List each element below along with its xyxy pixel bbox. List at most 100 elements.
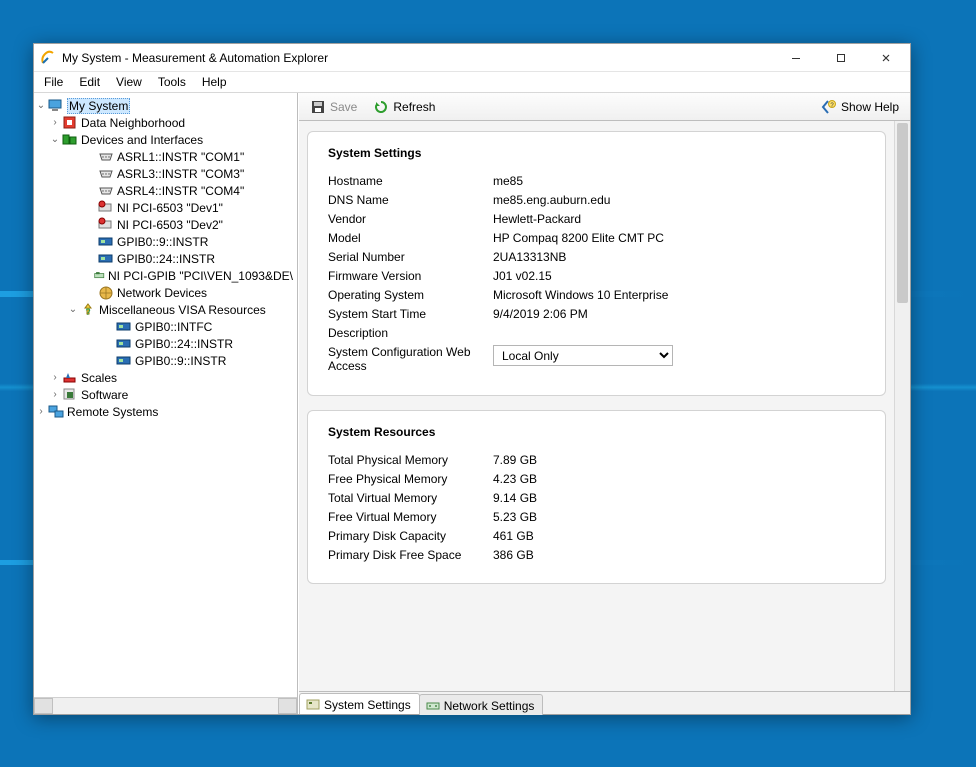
primary-disk-free-label: Primary Disk Free Space — [328, 548, 493, 562]
gpib-card-icon — [94, 268, 105, 284]
tree-label: GPIB0::9::INSTR — [117, 235, 208, 249]
instrument-icon — [98, 234, 114, 250]
network-tab-icon — [426, 699, 440, 713]
vendor-label: Vendor — [328, 212, 493, 226]
question-icon: ? — [80, 302, 96, 318]
tree-pci-gpib[interactable]: NI PCI-GPIB "PCI\VEN_1093&DE\ — [34, 267, 297, 284]
start-time-value: 9/4/2019 2:06 PM — [493, 307, 588, 321]
dns-label: DNS Name — [328, 193, 493, 207]
vendor-value: Hewlett-Packard — [493, 212, 581, 226]
tab-network-settings[interactable]: Network Settings — [419, 694, 544, 715]
content-inner[interactable]: System Settings Hostnameme85 DNS Nameme8… — [299, 121, 894, 691]
bottom-tabs: System Settings Network Settings — [299, 692, 910, 714]
menu-tools[interactable]: Tools — [150, 73, 194, 91]
tree-misc-visa[interactable]: ⌄ ? Miscellaneous VISA Resources — [34, 301, 297, 318]
show-help-button[interactable]: ? Show Help — [814, 95, 906, 119]
menu-edit[interactable]: Edit — [71, 73, 108, 91]
tree-my-system[interactable]: ⌄ My System — [34, 97, 297, 114]
chevron-right-icon[interactable]: › — [34, 406, 48, 417]
tree-horizontal-scrollbar[interactable] — [34, 697, 297, 714]
menu-file[interactable]: File — [36, 73, 71, 91]
tree-pci-dev1[interactable]: NI PCI-6503 "Dev1" — [34, 199, 297, 216]
web-access-label: System Configuration Web Access — [328, 345, 493, 374]
daq-card-icon — [98, 217, 114, 233]
toolbar: Save Refresh ? Show Help — [299, 93, 910, 121]
tree[interactable]: ⌄ My System › Data Neighborhood ⌄ Device… — [34, 93, 297, 697]
tree-label: Software — [81, 388, 128, 402]
tree-label: ASRL1::INSTR "COM1" — [117, 150, 244, 164]
monitor-icon — [48, 98, 64, 114]
system-resources-panel: System Resources Total Physical Memory7.… — [307, 410, 886, 584]
web-access-select[interactable]: Local Only — [493, 345, 673, 366]
tree-misc-gpib24[interactable]: GPIB0::24::INSTR — [34, 335, 297, 352]
instrument-icon — [116, 336, 132, 352]
chevron-down-icon[interactable]: ⌄ — [34, 100, 48, 111]
tree-label: Devices and Interfaces — [81, 133, 203, 147]
scales-icon — [62, 370, 78, 386]
chevron-down-icon[interactable]: ⌄ — [66, 304, 80, 315]
software-icon — [62, 387, 78, 403]
chevron-right-icon[interactable]: › — [48, 372, 62, 383]
tab-label: System Settings — [324, 698, 411, 712]
os-label: Operating System — [328, 288, 493, 302]
tree-remote-systems[interactable]: › Remote Systems — [34, 403, 297, 420]
vertical-scrollbar[interactable] — [894, 121, 910, 691]
tree-data-neighborhood[interactable]: › Data Neighborhood — [34, 114, 297, 131]
total-virtual-memory-value: 9.14 GB — [493, 491, 537, 505]
instrument-icon — [98, 251, 114, 267]
instrument-icon — [116, 353, 132, 369]
primary-disk-capacity-label: Primary Disk Capacity — [328, 529, 493, 543]
tree-gpib-intfc[interactable]: GPIB0::INTFC — [34, 318, 297, 335]
tree-label: GPIB0::9::INSTR — [135, 354, 226, 368]
app-icon — [40, 50, 56, 66]
help-icon: ? — [821, 99, 837, 115]
tree-asrl4[interactable]: ASRL4::INSTR "COM4" — [34, 182, 297, 199]
menubar: File Edit View Tools Help — [34, 72, 910, 93]
tree-label: Remote Systems — [67, 405, 158, 419]
tree-devices-and-interfaces[interactable]: ⌄ Devices and Interfaces — [34, 131, 297, 148]
model-label: Model — [328, 231, 493, 245]
svg-text:?: ? — [85, 307, 90, 317]
close-button[interactable] — [863, 44, 908, 71]
os-value: Microsoft Windows 10 Enterprise — [493, 288, 668, 302]
tree-pci-dev2[interactable]: NI PCI-6503 "Dev2" — [34, 216, 297, 233]
save-icon — [310, 99, 326, 115]
hostname-value: me85 — [493, 174, 523, 188]
menu-view[interactable]: View — [108, 73, 150, 91]
primary-disk-capacity-value: 461 GB — [493, 529, 534, 543]
tree-network-devices[interactable]: Network Devices — [34, 284, 297, 301]
tab-system-settings[interactable]: System Settings — [299, 693, 420, 714]
refresh-icon — [373, 99, 389, 115]
tree-asrl1[interactable]: ASRL1::INSTR "COM1" — [34, 148, 297, 165]
remote-icon — [48, 404, 64, 420]
tree-misc-gpib9[interactable]: GPIB0::9::INSTR — [34, 352, 297, 369]
chevron-down-icon[interactable]: ⌄ — [48, 134, 62, 145]
description-label: Description — [328, 326, 493, 340]
maximize-button[interactable] — [818, 44, 863, 71]
tree-label: ASRL4::INSTR "COM4" — [117, 184, 244, 198]
window: My System - Measurement & Automation Exp… — [33, 43, 911, 715]
tree-software[interactable]: › Software — [34, 386, 297, 403]
titlebar[interactable]: My System - Measurement & Automation Exp… — [34, 44, 910, 72]
window-title: My System - Measurement & Automation Exp… — [62, 51, 328, 65]
model-value: HP Compaq 8200 Elite CMT PC — [493, 231, 664, 245]
tree-gpib24[interactable]: GPIB0::24::INSTR — [34, 250, 297, 267]
free-physical-memory-value: 4.23 GB — [493, 472, 537, 486]
tree-scales[interactable]: › Scales — [34, 369, 297, 386]
tree-asrl3[interactable]: ASRL3::INSTR "COM3" — [34, 165, 297, 182]
tree-label: Scales — [81, 371, 117, 385]
instrument-icon — [116, 319, 132, 335]
tree-gpib9[interactable]: GPIB0::9::INSTR — [34, 233, 297, 250]
scrollbar-thumb[interactable] — [897, 123, 908, 303]
refresh-button[interactable]: Refresh — [366, 95, 442, 119]
tree-label: NI PCI-6503 "Dev2" — [117, 218, 223, 232]
menu-help[interactable]: Help — [194, 73, 235, 91]
primary-disk-free-value: 386 GB — [493, 548, 534, 562]
chevron-right-icon[interactable]: › — [48, 389, 62, 400]
chevron-right-icon[interactable]: › — [48, 117, 62, 128]
right-pane: Save Refresh ? Show Help System Settings… — [298, 93, 910, 714]
minimize-button[interactable] — [773, 44, 818, 71]
save-button[interactable]: Save — [303, 95, 364, 119]
tree-label: GPIB0::24::INSTR — [117, 252, 215, 266]
serial-port-icon — [98, 149, 114, 165]
